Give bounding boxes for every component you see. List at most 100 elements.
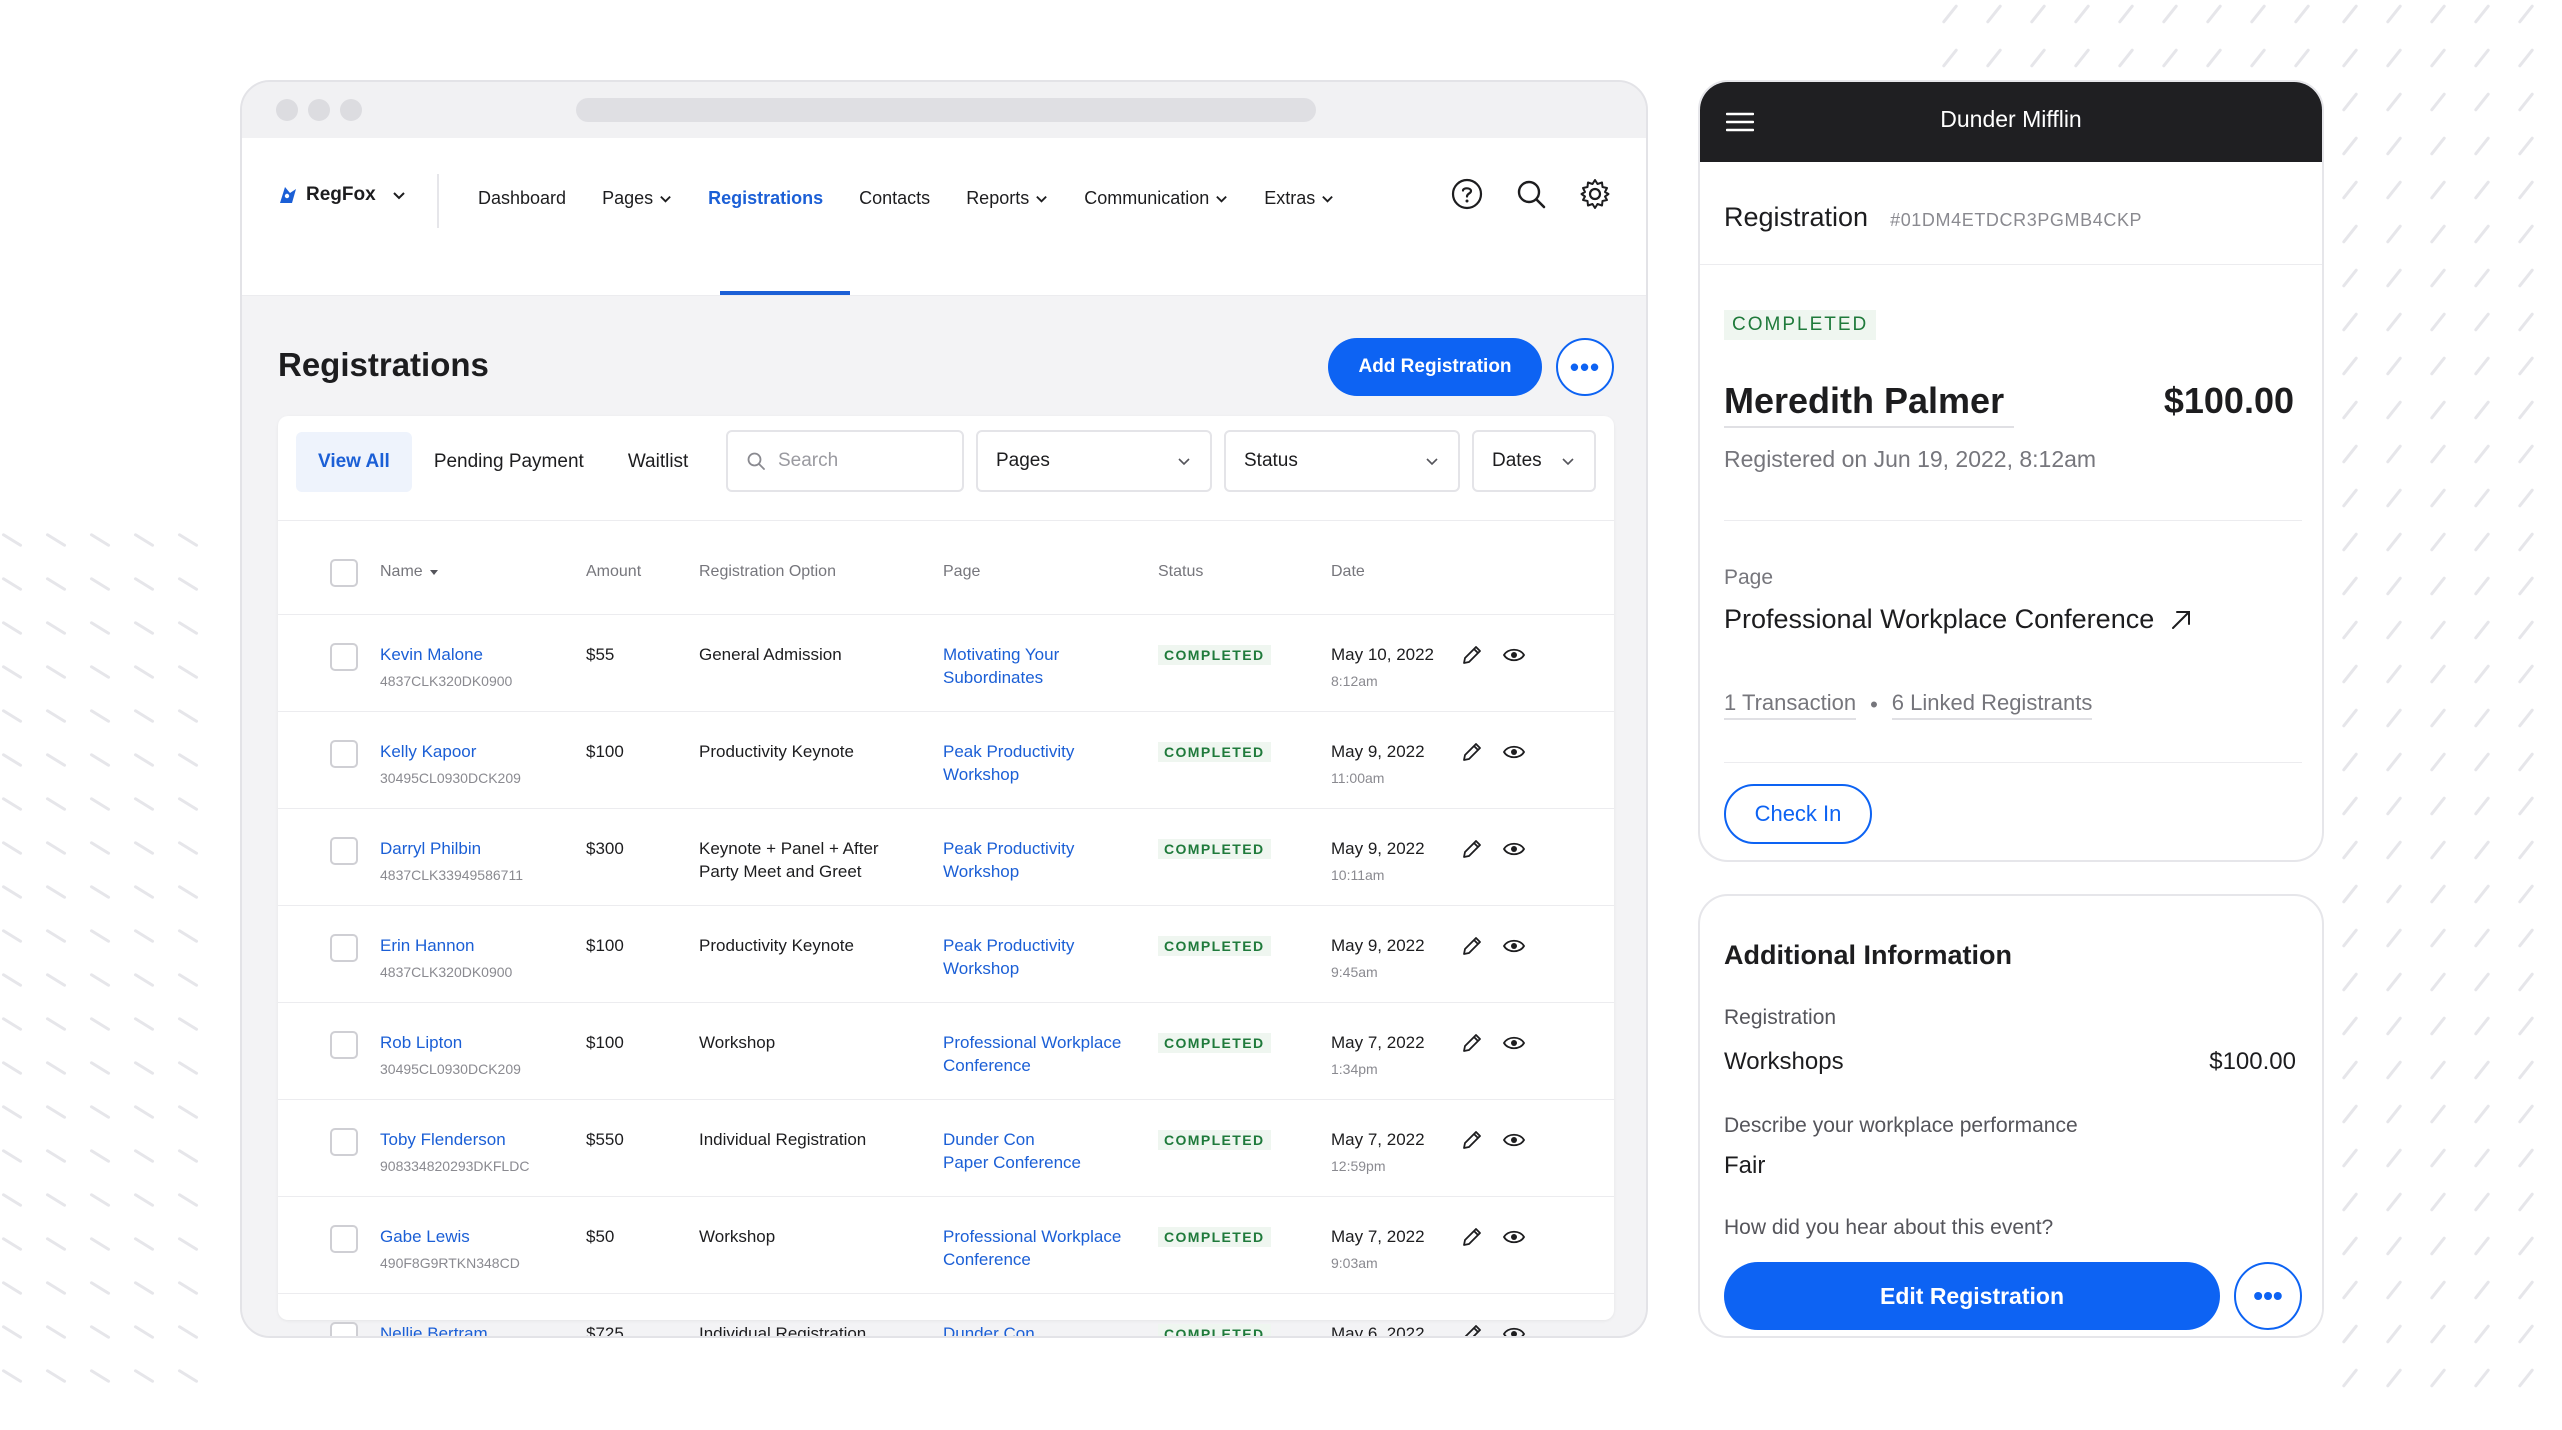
view-icon[interactable] [1502,740,1526,764]
edit-icon[interactable] [1460,934,1484,958]
view-icon[interactable] [1502,934,1526,958]
registrant-name-link[interactable]: Erin Hannon [380,934,512,957]
chevron-down-icon [392,192,405,200]
search-input[interactable]: Search [726,430,964,492]
registration-option-line: Productivity Keynote [699,742,854,761]
edit-icon[interactable] [1460,740,1484,764]
page-link[interactable]: Professional Workplace Conference [943,1031,1121,1077]
tab-waitlist[interactable]: Waitlist [606,432,711,492]
name-cell: Rob Lipton 30495CL0930DCK209 [380,1031,521,1081]
page-link[interactable]: Professional Workplace Conference [943,1225,1121,1271]
status-select[interactable]: Status [1224,430,1460,492]
registrant-name-link[interactable]: Darryl Philbin [380,837,523,860]
name-cell: Erin Hannon 4837CLK320DK0900 [380,934,512,984]
dates-select[interactable]: Dates [1472,430,1596,492]
page-link[interactable]: Dunder ConPaper Conference [943,1128,1081,1174]
registration-id: #01DM4ETDCR3PGMB4CKP [1890,210,2143,230]
linked-registrants-link[interactable]: 6 Linked Registrants [1891,690,2093,720]
edit-registration-button[interactable]: Edit Registration [1724,1262,2220,1330]
page-link[interactable]: Peak Productivity Workshop [943,934,1074,980]
transactions-link[interactable]: 1 Transaction [1724,690,1857,720]
registrant-name-link[interactable]: Kevin Malone [380,643,512,666]
row-checkbox[interactable] [330,837,358,865]
row-checkbox[interactable] [330,1031,358,1059]
pages-select[interactable]: Pages [976,430,1212,492]
divider [1700,264,2322,265]
view-icon[interactable] [1502,643,1526,667]
check-in-button[interactable]: Check In [1724,784,1872,844]
help-icon[interactable] [1450,177,1484,211]
status-badge: COMPLETED [1158,1033,1271,1053]
status-badge: COMPLETED [1158,645,1271,665]
nav-registrations[interactable]: Registrations [708,188,823,209]
edit-icon[interactable] [1460,1031,1484,1055]
row-checkbox[interactable] [330,1322,358,1336]
registration-links: 1 Transaction • 6 Linked Registrants [1724,690,2093,720]
edit-icon[interactable] [1460,837,1484,861]
brand-menu[interactable]: RegFox [276,183,406,207]
edit-icon[interactable] [1460,1128,1484,1152]
row-checkbox[interactable] [330,934,358,962]
nav-extras[interactable]: Extras [1264,188,1334,209]
org-name: Dunder Mifflin [1940,106,2082,132]
row-checkbox[interactable] [330,643,358,671]
registrant-name-link[interactable]: Gabe Lewis [380,1225,520,1248]
nav-communication[interactable]: Communication [1084,188,1228,209]
view-icon[interactable] [1502,1322,1526,1338]
nav-dashboard[interactable]: Dashboard [478,188,566,209]
table-row[interactable]: Toby Flenderson 908334820293DKFLDC $550 … [278,1099,1614,1195]
table-row[interactable]: Nellie Bertram 450945709LKFGO $725 Indiv… [278,1293,1614,1338]
more-options-button[interactable]: ••• [2234,1262,2302,1330]
table-row[interactable]: Gabe Lewis 490F8G9RTKN348CD $50 Workshop… [278,1196,1614,1292]
add-registration-button[interactable]: Add Registration [1328,338,1542,396]
nav-reports[interactable]: Reports [966,188,1048,209]
date-value: May 9, 2022 [1331,936,1425,955]
row-checkbox[interactable] [330,1128,358,1156]
view-icon[interactable] [1502,1128,1526,1152]
tab-pending-payment[interactable]: Pending Payment [412,432,606,492]
edit-icon[interactable] [1460,643,1484,667]
table-row[interactable]: Kevin Malone 4837CLK320DK0900 $55 Genera… [278,614,1614,710]
table-row[interactable]: Rob Lipton 30495CL0930DCK209 $100 Worksh… [278,1002,1614,1098]
row-checkbox[interactable] [330,1225,358,1253]
page-link[interactable]: Professional Workplace Conference [1724,604,2194,635]
column-name[interactable]: Name [380,563,439,581]
nav-contacts[interactable]: Contacts [859,188,930,209]
date-cell: May 10, 2022 8:12am [1331,643,1434,693]
view-icon[interactable] [1502,1031,1526,1055]
view-icon[interactable] [1502,837,1526,861]
search-icon[interactable] [1514,177,1548,211]
amount-cell: $55 [586,645,615,664]
registration-option-cell: Workshop [699,1225,775,1248]
registrant-name-link[interactable]: Kelly Kapoor [380,740,521,763]
gear-icon[interactable] [1578,177,1612,211]
amount-cell: $100 [586,1033,624,1052]
more-options-button[interactable]: ••• [1556,338,1614,396]
page-link[interactable]: Peak Productivity Workshop [943,740,1074,786]
date-cell: May 9, 2022 10:11am [1331,837,1425,887]
select-all-checkbox[interactable] [330,559,358,587]
row-checkbox[interactable] [330,740,358,768]
table-row[interactable]: Darryl Philbin 4837CLK33949586711 $300 K… [278,808,1614,904]
registrations-card: View All Pending Payment Waitlist Search… [278,416,1614,1336]
edit-icon[interactable] [1460,1225,1484,1249]
edit-icon[interactable] [1460,1322,1484,1338]
registrant-name-link[interactable]: Rob Lipton [380,1031,521,1054]
registrant-id: 30495CL0930DCK209 [380,1061,521,1077]
nav-label: Dashboard [478,188,567,208]
page-link[interactable]: Peak Productivity Workshop [943,837,1074,883]
address-bar[interactable] [576,98,1316,122]
registration-option-cell: General Admission [699,643,842,666]
table-row[interactable]: Kelly Kapoor 30495CL0930DCK209 $100 Prod… [278,711,1614,807]
view-icon[interactable] [1502,1225,1526,1249]
tab-view-all[interactable]: View All [296,432,412,492]
page-link[interactable]: Dunder ConPaper Conference [943,1322,1081,1336]
page-link[interactable]: Motivating Your Subordinates [943,643,1059,689]
registrant-name-link[interactable]: Toby Flenderson [380,1128,529,1151]
nav-pages[interactable]: Pages [602,188,672,209]
page-link-line: Conference [943,1056,1031,1075]
pages-select-label: Pages [996,450,1050,471]
registrant-name-link[interactable]: Nellie Bertram [380,1322,498,1336]
table-row[interactable]: Erin Hannon 4837CLK320DK0900 $100 Produc… [278,905,1614,1001]
registration-option-line: Individual Registration [699,1130,867,1149]
